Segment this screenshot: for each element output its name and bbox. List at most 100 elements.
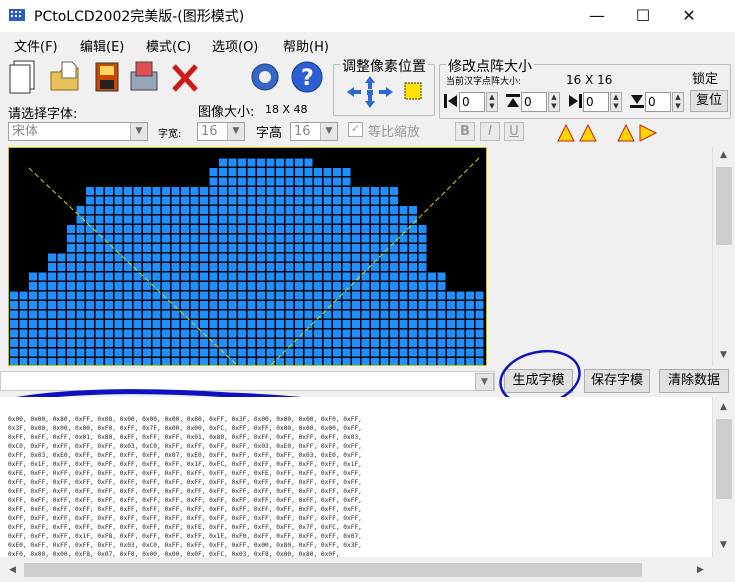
- pixel-cell[interactable]: [190, 206, 199, 214]
- pixel-cell[interactable]: [390, 358, 398, 366]
- pixel-cell[interactable]: [257, 358, 265, 366]
- pixel-cell[interactable]: [247, 206, 256, 214]
- pixel-cell[interactable]: [247, 272, 256, 281]
- pixel-cell[interactable]: [190, 320, 199, 328]
- pixel-cell[interactable]: [57, 348, 66, 357]
- pixel-cell[interactable]: [399, 329, 408, 338]
- pixel-cell[interactable]: [342, 339, 351, 347]
- pixel-cell[interactable]: [124, 282, 132, 290]
- pixel-cell[interactable]: [418, 291, 427, 300]
- pixel-cell[interactable]: [171, 244, 180, 252]
- pixel-cell[interactable]: [295, 177, 303, 186]
- pixel-cell[interactable]: [428, 282, 436, 290]
- pixel-cell[interactable]: [29, 282, 37, 290]
- pixel-cell[interactable]: [10, 320, 18, 328]
- pixel-cell[interactable]: [86, 329, 94, 338]
- pixel-cell[interactable]: [219, 282, 227, 290]
- pixel-cell[interactable]: [95, 244, 104, 252]
- pixel-cell[interactable]: [361, 358, 370, 366]
- pixel-cell[interactable]: [257, 320, 265, 328]
- pixel-cell[interactable]: [399, 320, 408, 328]
- pixel-cell[interactable]: [48, 253, 56, 262]
- pixel-cell[interactable]: [95, 272, 104, 281]
- pixel-cell[interactable]: [304, 282, 313, 290]
- pixel-cell[interactable]: [171, 291, 180, 300]
- pixel-cell[interactable]: [143, 244, 151, 252]
- pixel-cell[interactable]: [19, 310, 28, 319]
- pixel-cell[interactable]: [361, 282, 370, 290]
- pixel-cell[interactable]: [105, 244, 113, 252]
- pixel-cell[interactable]: [409, 348, 417, 357]
- pixel-cell[interactable]: [48, 263, 56, 271]
- pixel-cell[interactable]: [418, 225, 427, 233]
- pixel-cell[interactable]: [418, 301, 427, 309]
- pixel-cell[interactable]: [86, 206, 94, 214]
- pixel-cell[interactable]: [162, 196, 170, 205]
- pixel-cell[interactable]: [10, 310, 18, 319]
- pixel-cell[interactable]: [38, 320, 47, 328]
- pixel-cell[interactable]: [342, 348, 351, 357]
- scroll-down-icon[interactable]: ▼: [715, 347, 732, 364]
- pixel-cell[interactable]: [238, 196, 246, 205]
- pixel-cell[interactable]: [152, 329, 161, 338]
- pixel-cell[interactable]: [162, 329, 170, 338]
- pixel-cell[interactable]: [105, 291, 113, 300]
- pixel-cell[interactable]: [133, 301, 142, 309]
- pixel-cell[interactable]: [124, 310, 132, 319]
- pixel-cell[interactable]: [456, 358, 465, 366]
- pixel-cell[interactable]: [29, 272, 37, 281]
- rotate-icon[interactable]: [556, 121, 602, 143]
- pixel-cell[interactable]: [342, 263, 351, 271]
- pixel-cell[interactable]: [238, 177, 246, 186]
- pixel-cell[interactable]: [361, 215, 370, 224]
- pixel-cell[interactable]: [105, 282, 113, 290]
- pixel-cell[interactable]: [162, 225, 170, 233]
- pixel-cell[interactable]: [418, 263, 427, 271]
- pixel-cell[interactable]: [314, 310, 322, 319]
- pixel-cell[interactable]: [323, 320, 332, 328]
- pixel-cell[interactable]: [190, 358, 199, 366]
- pixel-cell[interactable]: [428, 301, 436, 309]
- pixel-cell[interactable]: [409, 310, 417, 319]
- pixel-cell[interactable]: [114, 253, 123, 262]
- pixel-cell[interactable]: [285, 282, 294, 290]
- pixel-cell[interactable]: [304, 206, 313, 214]
- output-vertical-scrollbar[interactable]: ▲ ▼: [712, 397, 735, 557]
- pixel-cell[interactable]: [152, 244, 161, 252]
- pixel-cell[interactable]: [38, 272, 47, 281]
- output-horizontal-scrollbar[interactable]: ◀ ▶: [0, 559, 712, 581]
- pixel-cell[interactable]: [266, 225, 275, 233]
- pixel-cell[interactable]: [38, 291, 47, 300]
- pixel-cell[interactable]: [228, 187, 237, 195]
- pixel-cell[interactable]: [399, 358, 408, 366]
- pixel-cell[interactable]: [361, 291, 370, 300]
- pixel-cell[interactable]: [333, 272, 341, 281]
- pixel-cell[interactable]: [390, 253, 398, 262]
- pixel-cell[interactable]: [114, 187, 123, 195]
- pixel-cell[interactable]: [257, 244, 265, 252]
- pixel-cell[interactable]: [86, 253, 94, 262]
- pixel-cell[interactable]: [371, 329, 379, 338]
- pixel-cell[interactable]: [333, 310, 341, 319]
- pixel-cell[interactable]: [399, 215, 408, 224]
- pixel-cell[interactable]: [124, 339, 132, 347]
- pixel-cell[interactable]: [67, 301, 75, 309]
- pixel-cell[interactable]: [200, 320, 208, 328]
- pixel-cell[interactable]: [323, 187, 332, 195]
- pixel-cell[interactable]: [10, 348, 18, 357]
- pixel-cell[interactable]: [409, 253, 417, 262]
- menu-file[interactable]: 文件(F): [14, 36, 58, 55]
- pixel-cell[interactable]: [295, 244, 303, 252]
- pixel-cell[interactable]: [200, 234, 208, 243]
- pixel-cell[interactable]: [76, 244, 85, 252]
- lock-button[interactable]: 锁定: [692, 68, 718, 87]
- pixel-cell[interactable]: [276, 272, 284, 281]
- pixel-cell[interactable]: [390, 206, 398, 214]
- pixel-cell[interactable]: [190, 348, 199, 357]
- pixel-cell[interactable]: [285, 225, 294, 233]
- pixel-cell[interactable]: [152, 187, 161, 195]
- pixel-cell[interactable]: [456, 329, 465, 338]
- pixel-cell[interactable]: [257, 234, 265, 243]
- pixel-cell[interactable]: [428, 339, 436, 347]
- pixel-cell[interactable]: [257, 206, 265, 214]
